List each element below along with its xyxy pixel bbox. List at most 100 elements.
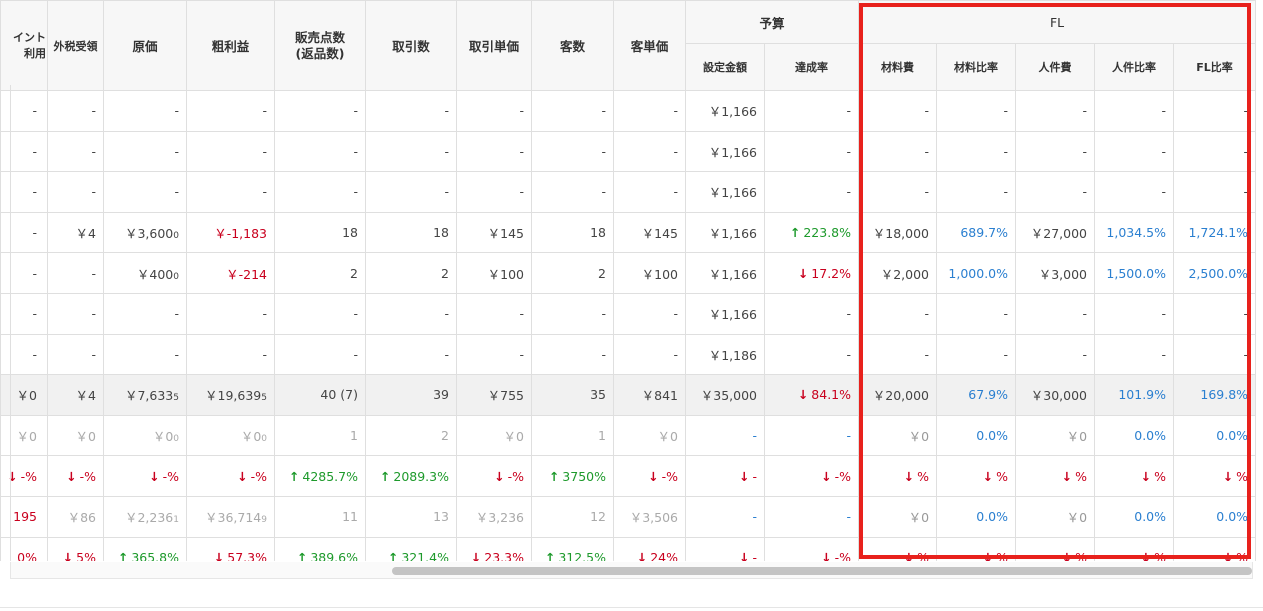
table-row: - - - - - - - - - ￥1,166 - - - - - -: [0, 90, 1257, 132]
cell-value: 312.5%: [558, 549, 606, 561]
cell-value: -: [1003, 184, 1009, 200]
col-header-point-line1: イント: [13, 30, 46, 44]
cell-point-usage: -: [0, 171, 48, 213]
cell-value: -: [601, 184, 606, 200]
col-header-budget-amount[interactable]: 設定金額: [685, 43, 765, 91]
sales-report-table: イント 利用 外税受領 原価 粗利益 販売点数 (返品数) 取引数 取引単価 客…: [0, 0, 1257, 561]
cell-material-ratio: -: [936, 90, 1017, 132]
cell-value: -: [1161, 346, 1167, 362]
cell-value: -%: [834, 549, 852, 561]
sales-report-grid: イント 利用 外税受領 原価 粗利益 販売点数 (返品数) 取引数 取引単価 客…: [0, 0, 1263, 561]
cell-point-usage: -: [0, 292, 48, 335]
cell-value: 0%: [17, 549, 37, 561]
col-header-labor-cost[interactable]: 人件費: [1015, 43, 1096, 91]
cell-value: 0.0%: [976, 509, 1009, 525]
cell-achievement-rate: -: [763, 171, 860, 213]
col-header-sales-qty-line2: (返品数): [295, 45, 345, 61]
cell-value: -: [262, 103, 267, 119]
col-header-fl-ratio[interactable]: FL比率: [1173, 43, 1257, 91]
col-header-labor-ratio[interactable]: 人件比率: [1094, 43, 1175, 91]
cell-value: -%: [79, 468, 96, 484]
arrow-down-icon: [1062, 469, 1075, 484]
cell-unit-price: -: [456, 333, 532, 376]
cell-value: -: [673, 346, 678, 362]
cell-budget-amount: ￥1,166: [685, 211, 765, 254]
cell-sales-qty: -: [274, 90, 366, 132]
cell-customers: -: [531, 171, 614, 213]
cell-achievement-rate: -: [763, 414, 860, 457]
arrow-down-icon: [237, 469, 250, 484]
cell-value: 24%: [650, 549, 678, 561]
cell-labor-cost: -: [1015, 90, 1096, 132]
cell-value: -: [32, 225, 37, 241]
cell-value: -: [32, 184, 37, 200]
cell-value: -: [32, 265, 37, 281]
cell-value: ￥19,6395: [205, 388, 267, 404]
cell-customer-unit-price: ￥3,506: [613, 495, 686, 538]
cell-external-tax: ￥4: [47, 211, 104, 254]
arrow-down-icon: [1141, 469, 1154, 484]
cell-material-ratio: -: [936, 171, 1017, 213]
col-header-customer-unit-price[interactable]: 客単価: [613, 0, 686, 91]
horizontal-scrollbar[interactable]: [10, 562, 1253, 579]
scrollbar-thumb[interactable]: [392, 567, 1252, 575]
cell-value: ￥755: [487, 388, 524, 404]
cell-customer-unit-price: -%: [613, 455, 686, 497]
cell-external-tax: -: [47, 171, 104, 213]
cell-transactions: 13: [365, 495, 457, 538]
cell-value: -%: [162, 468, 179, 484]
table-row: - - ￥4000 ￥-214 2 2 ￥100 2 ￥100 ￥1,166 17.2% ￥2,000…: [0, 252, 1257, 294]
cell-value: ￥3,6000: [124, 226, 179, 242]
cell-sales-qty: 2: [274, 252, 366, 294]
col-header-cost[interactable]: 原価: [103, 0, 187, 91]
cell-value: -: [752, 549, 757, 561]
arrow-down-icon: [63, 550, 76, 561]
arrow-up-icon: [545, 550, 558, 561]
col-header-sales-qty[interactable]: 販売点数 (返品数): [274, 0, 366, 91]
cell-decimal: 9: [261, 515, 267, 526]
cell-labor-ratio: -: [1094, 171, 1175, 213]
cell-labor-cost: ￥0: [1015, 495, 1096, 538]
cell-customer-unit-price: 24%: [613, 536, 686, 561]
col-header-material-cost[interactable]: 材料費: [858, 43, 938, 91]
cell-value: -: [1243, 143, 1249, 159]
cell-value: ￥100: [487, 266, 524, 282]
table-row: 0% 5% 365.8% 57.3% 389.6% 321.4% 23.3% 312.5% 24…: [0, 536, 1257, 561]
col-header-unit-price[interactable]: 取引単価: [456, 0, 532, 91]
col-header-transactions[interactable]: 取引数: [365, 0, 457, 91]
col-header-point-usage[interactable]: イント 利用: [0, 0, 48, 91]
cell-value: ￥7,6335: [124, 388, 179, 404]
arrow-down-icon: [904, 550, 917, 561]
table-row: ￥0 ￥4 ￥7,6335 ￥19,6395 40 (7) 39 ￥755 35 ￥841 ￥35…: [0, 374, 1257, 416]
cell-value: -: [601, 346, 606, 362]
cell-value: ￥0: [16, 429, 37, 445]
cell-customers: 18: [531, 211, 614, 254]
col-header-gross-profit[interactable]: 粗利益: [186, 0, 275, 91]
col-header-external-tax[interactable]: 外税受領: [47, 0, 104, 91]
cell-fl-ratio: 0.0%: [1173, 414, 1257, 457]
cell-value: -: [91, 346, 96, 362]
cell-customer-unit-price: ￥100: [613, 252, 686, 294]
cell-value: -: [752, 428, 757, 444]
cell-value: ￥841: [641, 388, 678, 404]
cell-external-tax: -: [47, 90, 104, 132]
cell-value: -: [353, 306, 358, 322]
cell-value: 1: [350, 428, 358, 444]
cell-value: -: [601, 143, 606, 159]
col-header-material-ratio[interactable]: 材料比率: [936, 43, 1017, 91]
cell-decimal: 1: [173, 515, 179, 526]
cell-achievement-rate: -: [763, 130, 860, 173]
cell-fl-ratio: -: [1173, 171, 1257, 213]
col-header-achievement-rate[interactable]: 達成率: [763, 43, 860, 91]
cell-cost: -: [103, 171, 187, 213]
col-header-customers[interactable]: 客数: [531, 0, 614, 91]
cell-value: 23.3%: [484, 549, 524, 561]
cell-point-usage: 0%: [0, 536, 48, 561]
arrow-down-icon: [739, 550, 752, 561]
cell-value: -: [519, 143, 524, 159]
cell-value: ￥27,000: [1030, 226, 1088, 242]
cell-value: 2,500.0%: [1188, 265, 1249, 281]
cell-point-usage: -: [0, 90, 48, 132]
cell-value: -: [519, 306, 524, 322]
cell-material-cost: -: [858, 333, 938, 376]
